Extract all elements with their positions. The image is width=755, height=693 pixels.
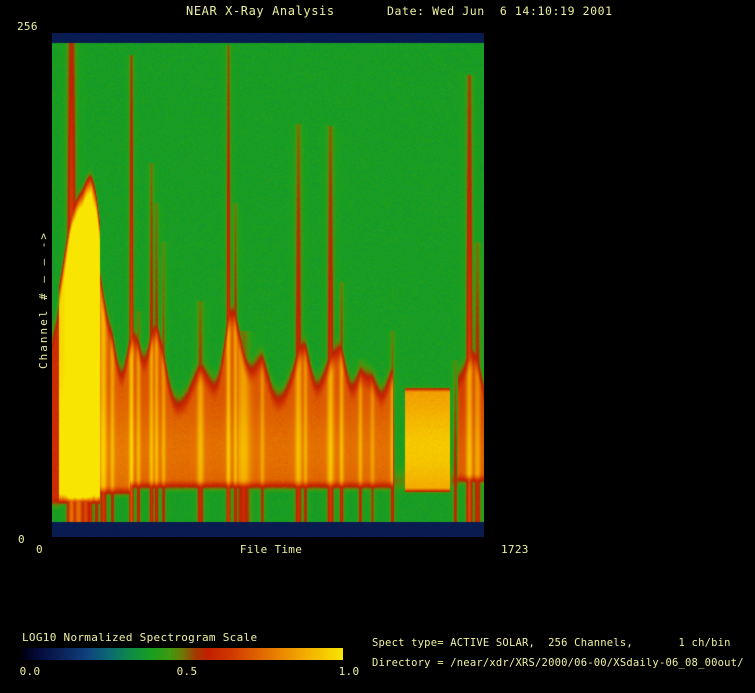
- colorbar-title: LOG10 Normalized Spectrogram Scale: [22, 631, 258, 644]
- spectrogram-canvas: [52, 33, 484, 537]
- date-label: Date: Wed Jun 6 14:10:19 2001: [387, 4, 613, 18]
- colorbar-tick-mid: 0.5: [176, 665, 198, 678]
- page-title: NEAR X-Ray Analysis: [186, 4, 335, 18]
- xray-analysis-window: NEAR X-Ray Analysis Date: Wed Jun 6 14:1…: [0, 0, 755, 693]
- directory-path: Directory = /near/xdr/XRS/2000/06-00/XSd…: [372, 657, 744, 669]
- x-axis-tick-min: 0: [36, 543, 43, 556]
- y-axis-label: Channel # — — ->: [37, 231, 50, 369]
- colorbar-tick-max: 1.0: [338, 665, 360, 678]
- x-axis-label: File Time: [239, 543, 303, 556]
- colorbar-canvas: [22, 648, 343, 660]
- x-axis-tick-max: 1723: [501, 543, 529, 556]
- colorbar-tick-0: 0.0: [19, 665, 41, 678]
- y-axis-tick-max: 256: [17, 20, 38, 33]
- y-axis-tick-min: 0: [18, 533, 25, 546]
- spect-type-info: Spect type= ACTIVE SOLAR, 256 Channels, …: [372, 637, 731, 649]
